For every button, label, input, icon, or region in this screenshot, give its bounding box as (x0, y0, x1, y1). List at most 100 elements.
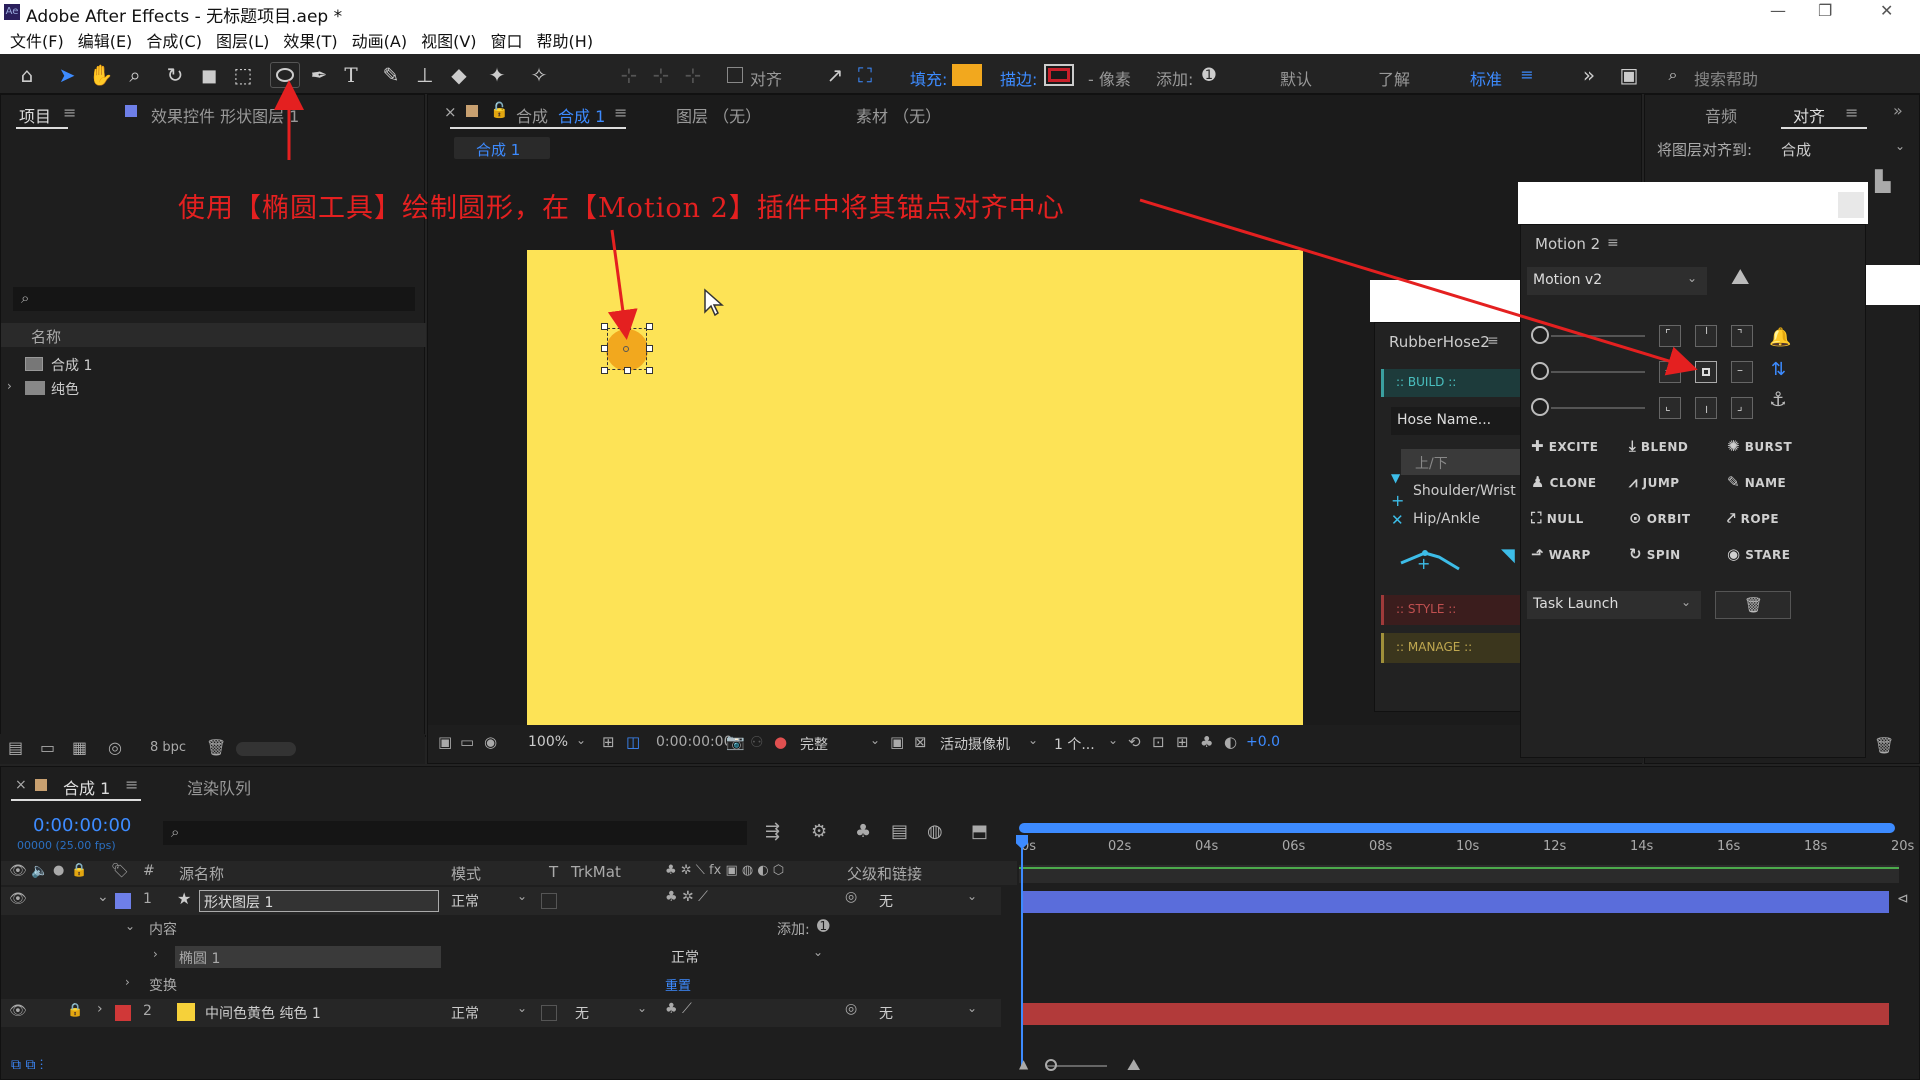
menu-edit[interactable]: 编辑(E) (78, 28, 133, 52)
motion-version-dropdown[interactable]: Motion v2 ⌄ (1527, 267, 1707, 295)
align-bottom-icon[interactable]: ▙ (1875, 169, 1890, 193)
composition-canvas[interactable] (527, 250, 1303, 733)
ellipse-tool-button[interactable] (270, 62, 300, 88)
switches-header-icons[interactable]: ♣ ✲ ⟍ fx ▣ ◍ ◐ ⬡ (665, 863, 784, 878)
tab-render-queue[interactable]: 渲染队列 (187, 775, 251, 799)
hip-ankle-label[interactable]: Hip/Ankle (1413, 511, 1480, 527)
shy-switch-icon[interactable]: ♣ ⟋ (665, 1001, 692, 1017)
expand-arrow-icon[interactable]: › (97, 1001, 103, 1017)
fast-preview-icon[interactable]: ▣ (890, 733, 904, 751)
layer-name-field[interactable]: 形状图层 1 (199, 890, 439, 912)
lock-icon[interactable]: 🔓 (490, 101, 509, 119)
panel-menu-icon[interactable]: ≡ (614, 103, 627, 122)
slider-3-knob[interactable] (1531, 398, 1549, 416)
layer-row-1[interactable]: 👁 ⌄ 1 ★ 形状图层 1 正常 ⌄ ♣ ✲ ⟋ ◎ 无 ⌄ (1, 887, 1001, 915)
spin-button[interactable]: ↻ SPIN (1629, 545, 1681, 563)
close-tab-icon[interactable]: × (444, 103, 457, 121)
anchor-middle-right-button[interactable]: – (1731, 361, 1753, 383)
lock-icon[interactable]: 🔒 (67, 1003, 83, 1018)
transform-handle[interactable] (624, 323, 631, 330)
more-panels-icon[interactable]: » (1893, 101, 1903, 120)
sync-settings-icon[interactable]: ▣ (1616, 62, 1642, 88)
transform-handle[interactable] (646, 323, 653, 330)
bell-icon[interactable]: 🔔 (1769, 327, 1791, 348)
tab-project[interactable]: 项目 (19, 103, 51, 127)
transform-handle[interactable] (646, 367, 653, 374)
timeline-current-time[interactable]: 0:00:00:00 (33, 815, 131, 836)
exposure-value[interactable]: +0.0 (1246, 734, 1280, 750)
warp-button[interactable]: ⬏ WARP (1531, 545, 1591, 563)
slider-1-knob[interactable] (1531, 326, 1549, 344)
stroke-color-swatch[interactable] (1044, 64, 1074, 86)
ellipse-group-row[interactable]: › 椭圆 1 正常 ⌄ (1, 943, 1001, 971)
new-folder-icon[interactable]: ▭ (40, 738, 55, 757)
anchor-bottom-center-button[interactable]: ╷ (1695, 397, 1717, 419)
menu-effect[interactable]: 效果(T) (283, 28, 337, 52)
link-arrows-icon[interactable]: ⇅ (1771, 359, 1786, 380)
fill-color-swatch[interactable] (952, 64, 982, 86)
hand-tool-icon[interactable]: ✋ (88, 62, 114, 88)
menu-animation[interactable]: 动画(A) (352, 28, 407, 52)
timeline-zoom-knob[interactable] (1045, 1059, 1057, 1071)
layer-2-duration-bar[interactable] (1023, 1003, 1889, 1025)
preserve-transparency-checkbox[interactable] (541, 893, 557, 909)
workspace-learn[interactable]: 了解 (1378, 66, 1410, 90)
mode-header[interactable]: 模式 (451, 863, 481, 884)
stare-button[interactable]: ◉ STARE (1727, 545, 1790, 563)
workspace-default[interactable]: 默认 (1280, 66, 1312, 90)
hose-preset-icon[interactable]: + (1397, 543, 1465, 573)
updown-dropdown[interactable]: 上/下 (1401, 449, 1525, 475)
menu-file[interactable]: 文件(F) (10, 28, 64, 52)
layer-label-color[interactable] (115, 893, 131, 909)
workspace-standard[interactable]: 标准 (1470, 66, 1502, 90)
ellipse-group-name-field[interactable]: 椭圆 1 (175, 946, 441, 968)
preserve-transparency-checkbox[interactable] (541, 1005, 557, 1021)
transform-handle[interactable] (601, 367, 608, 374)
x-icon[interactable]: ✕ (1391, 511, 1404, 529)
graph-editor-icon[interactable]: ⬒ (971, 821, 988, 842)
camera-dropdown[interactable]: 活动摄像机 (940, 734, 1010, 754)
tab-timeline-comp[interactable]: 合成 1 (63, 775, 110, 799)
comp-breadcrumb[interactable]: 合成 1 (454, 137, 550, 159)
comp-mini-flowchart-icon[interactable]: ⇶ (765, 821, 780, 842)
timeline-icon[interactable]: ⊡ (1152, 733, 1165, 751)
delete-task-button[interactable]: 🗑 (1715, 591, 1791, 619)
adjust-icon[interactable]: ◎ (108, 738, 122, 757)
views-dropdown[interactable]: 1 个... (1054, 734, 1095, 754)
layer-mode-dropdown[interactable]: 正常 (451, 1003, 479, 1023)
work-area-bar[interactable] (1019, 823, 1895, 833)
align-checkbox[interactable] (727, 67, 743, 83)
view-axis-icon[interactable]: ⊹ (680, 62, 706, 88)
eraser-tool-icon[interactable]: ◆ (446, 62, 472, 88)
t-header[interactable]: T (549, 863, 558, 881)
transition-icon[interactable]: ⊲ (1897, 891, 1909, 907)
type-tool-icon[interactable]: T (338, 62, 364, 88)
mountains-icon[interactable]: ⛰ (1731, 265, 1749, 290)
expand-arrow-icon[interactable]: › (125, 975, 130, 989)
pick-whip-icon[interactable]: ◎ (845, 889, 857, 905)
rotate-tool-icon[interactable]: ↻ (162, 62, 188, 88)
add-button-icon[interactable]: ➊ (817, 917, 830, 935)
timeline-search-input[interactable]: ⌕ (163, 821, 747, 845)
tab-effects-controls[interactable]: 效果控件 形状图层 1 (151, 103, 299, 127)
slider-2-knob[interactable] (1531, 362, 1549, 380)
trkmat-dropdown[interactable]: 无 (575, 1003, 589, 1023)
eye-icon[interactable]: 👁 (9, 863, 27, 879)
close-tab-icon[interactable]: × (15, 777, 27, 793)
pen-tool-icon[interactable]: ✒ (306, 62, 332, 88)
resolution-icon[interactable]: ⊞ (602, 733, 615, 751)
trash-icon[interactable]: 🗑 (1874, 736, 1894, 755)
panel-menu-icon[interactable]: ≡ (1487, 333, 1499, 349)
shoulder-wrist-label[interactable]: Shoulder/Wrist (1413, 483, 1516, 499)
transform-handle[interactable] (601, 345, 608, 352)
transform-handle[interactable] (646, 345, 653, 352)
toggle-grid-icon[interactable]: ⊠ (914, 733, 927, 751)
transform-row[interactable]: › 变换 重置 (1, 971, 1001, 999)
show-snapshot-icon[interactable]: ⚇ (750, 733, 763, 751)
toggle-switches-icon[interactable]: ⧉ ⧉ ⫶ (11, 1057, 43, 1073)
maximize-button[interactable]: ❐ (1818, 1, 1832, 20)
more-workspaces-icon[interactable]: » (1576, 62, 1602, 88)
orbit-button[interactable]: ⊙ ORBIT (1629, 509, 1691, 527)
expand-arrow-icon[interactable]: › (7, 379, 12, 393)
task-launch-dropdown[interactable]: Task Launch ⌄ (1527, 591, 1701, 619)
